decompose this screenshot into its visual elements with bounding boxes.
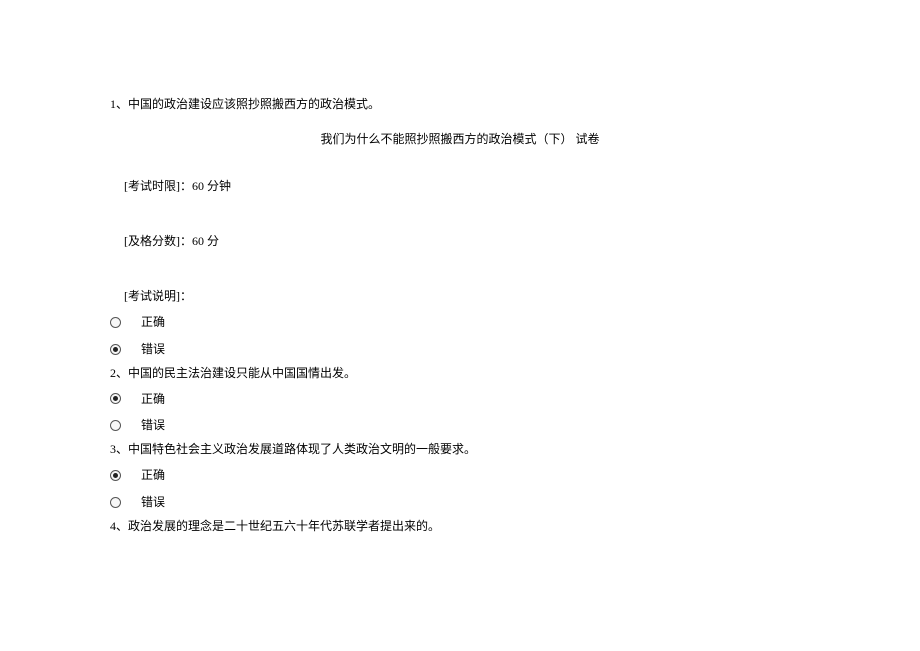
- q3-number: 3、: [110, 442, 128, 456]
- option-label-wrong: 错误: [141, 417, 165, 434]
- radio-icon[interactable]: [110, 470, 121, 481]
- exam-title: 我们为什么不能照抄照搬西方的政治模式（下） 试卷: [110, 130, 810, 147]
- q4-text: 政治发展的理念是二十世纪五六十年代苏联学者提出来的。: [128, 519, 440, 533]
- radio-icon[interactable]: [110, 393, 121, 404]
- instructions-label: [考试说明]：: [124, 287, 810, 304]
- q1-number: 1、: [110, 97, 128, 111]
- option-label-correct: 正确: [141, 314, 165, 331]
- q2-option-wrong[interactable]: 错误: [110, 417, 810, 434]
- question-2-text: 2、中国的民主法治建设只能从中国国情出发。: [110, 364, 810, 381]
- q1-option-wrong[interactable]: 错误: [110, 341, 810, 358]
- q1-text: 中国的政治建设应该照抄照搬西方的政治模式。: [128, 97, 380, 111]
- q2-option-correct[interactable]: 正确: [110, 391, 810, 408]
- radio-icon[interactable]: [110, 344, 121, 355]
- q3-option-wrong[interactable]: 错误: [110, 494, 810, 511]
- q2-number: 2、: [110, 366, 128, 380]
- option-label-correct: 正确: [141, 391, 165, 408]
- radio-icon[interactable]: [110, 317, 121, 328]
- question-1-text: 1、中国的政治建设应该照抄照搬西方的政治模式。: [110, 95, 810, 112]
- q1-option-correct[interactable]: 正确: [110, 314, 810, 331]
- pass-score: [及格分数]：60 分: [124, 232, 810, 249]
- option-label-correct: 正确: [141, 467, 165, 484]
- q3-option-correct[interactable]: 正确: [110, 467, 810, 484]
- option-label-wrong: 错误: [141, 494, 165, 511]
- radio-icon[interactable]: [110, 497, 121, 508]
- radio-icon[interactable]: [110, 420, 121, 431]
- q2-text: 中国的民主法治建设只能从中国国情出发。: [128, 366, 356, 380]
- q3-text: 中国特色社会主义政治发展道路体现了人类政治文明的一般要求。: [128, 442, 476, 456]
- option-label-wrong: 错误: [141, 341, 165, 358]
- question-4-text: 4、政治发展的理念是二十世纪五六十年代苏联学者提出来的。: [110, 517, 810, 534]
- question-3-text: 3、中国特色社会主义政治发展道路体现了人类政治文明的一般要求。: [110, 440, 810, 457]
- q4-number: 4、: [110, 519, 128, 533]
- exam-document: 1、中国的政治建设应该照抄照搬西方的政治模式。 我们为什么不能照抄照搬西方的政治…: [0, 0, 920, 534]
- time-limit: [考试时限]：60 分钟: [124, 177, 810, 194]
